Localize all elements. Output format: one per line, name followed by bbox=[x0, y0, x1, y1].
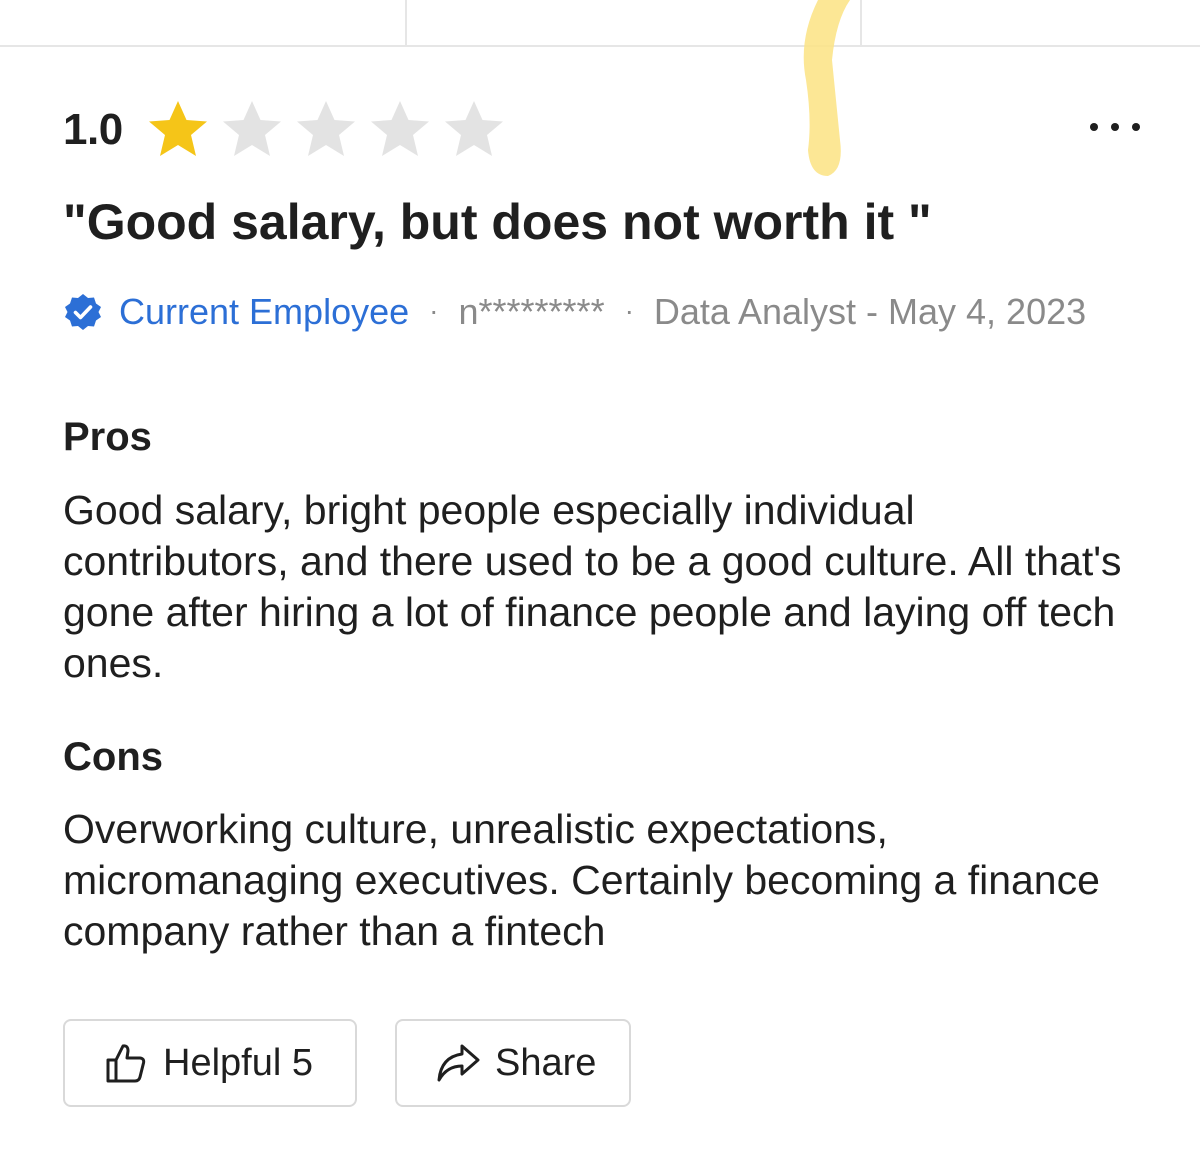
more-icon bbox=[1090, 123, 1098, 131]
more-icon-dot bbox=[1111, 123, 1119, 131]
tab-divider bbox=[405, 0, 407, 45]
top-tab-strip bbox=[0, 0, 1200, 47]
highlighter-mark bbox=[803, 0, 850, 176]
star-empty-icon bbox=[222, 100, 281, 156]
star-rating bbox=[145, 97, 515, 163]
more-options-button[interactable] bbox=[1088, 110, 1142, 144]
star-filled-icon bbox=[148, 100, 207, 156]
star-empty-icon bbox=[296, 100, 355, 156]
meta-separator: · bbox=[429, 295, 439, 326]
cons-heading: Cons bbox=[63, 735, 163, 779]
employee-status-link[interactable]: Current Employee bbox=[119, 291, 409, 332]
share-button[interactable]: Share bbox=[395, 1019, 631, 1107]
share-arrow-icon bbox=[437, 1044, 480, 1082]
helpful-button[interactable]: Helpful 5 bbox=[63, 1019, 357, 1107]
cons-text: Overworking culture, unrealistic expecta… bbox=[63, 806, 1100, 954]
star-empty-icon bbox=[370, 100, 429, 156]
job-and-date: Data Analyst - May 4, 2023 bbox=[653, 291, 1087, 332]
pros-heading: Pros bbox=[63, 415, 152, 459]
author-name: n********* bbox=[458, 291, 605, 332]
review-meta: Current Employee · n********* · Data Analyst… bbox=[63, 288, 1123, 335]
tab-divider bbox=[860, 0, 862, 45]
star-empty-icon bbox=[444, 100, 503, 156]
meta-separator: · bbox=[624, 295, 634, 326]
share-label: Share bbox=[495, 1041, 597, 1084]
more-icon-dot bbox=[1132, 123, 1140, 131]
rating-value: 1.0 bbox=[63, 104, 123, 154]
review-title: "Good salary, but does not worth it " bbox=[63, 194, 932, 250]
verified-badge-icon bbox=[65, 294, 101, 330]
rating-row: 1.0 bbox=[63, 92, 515, 167]
helpful-label: Helpful 5 bbox=[163, 1041, 313, 1084]
pros-text: Good salary, bright people especially in… bbox=[63, 487, 1122, 686]
thumbs-up-icon bbox=[106, 1044, 146, 1083]
